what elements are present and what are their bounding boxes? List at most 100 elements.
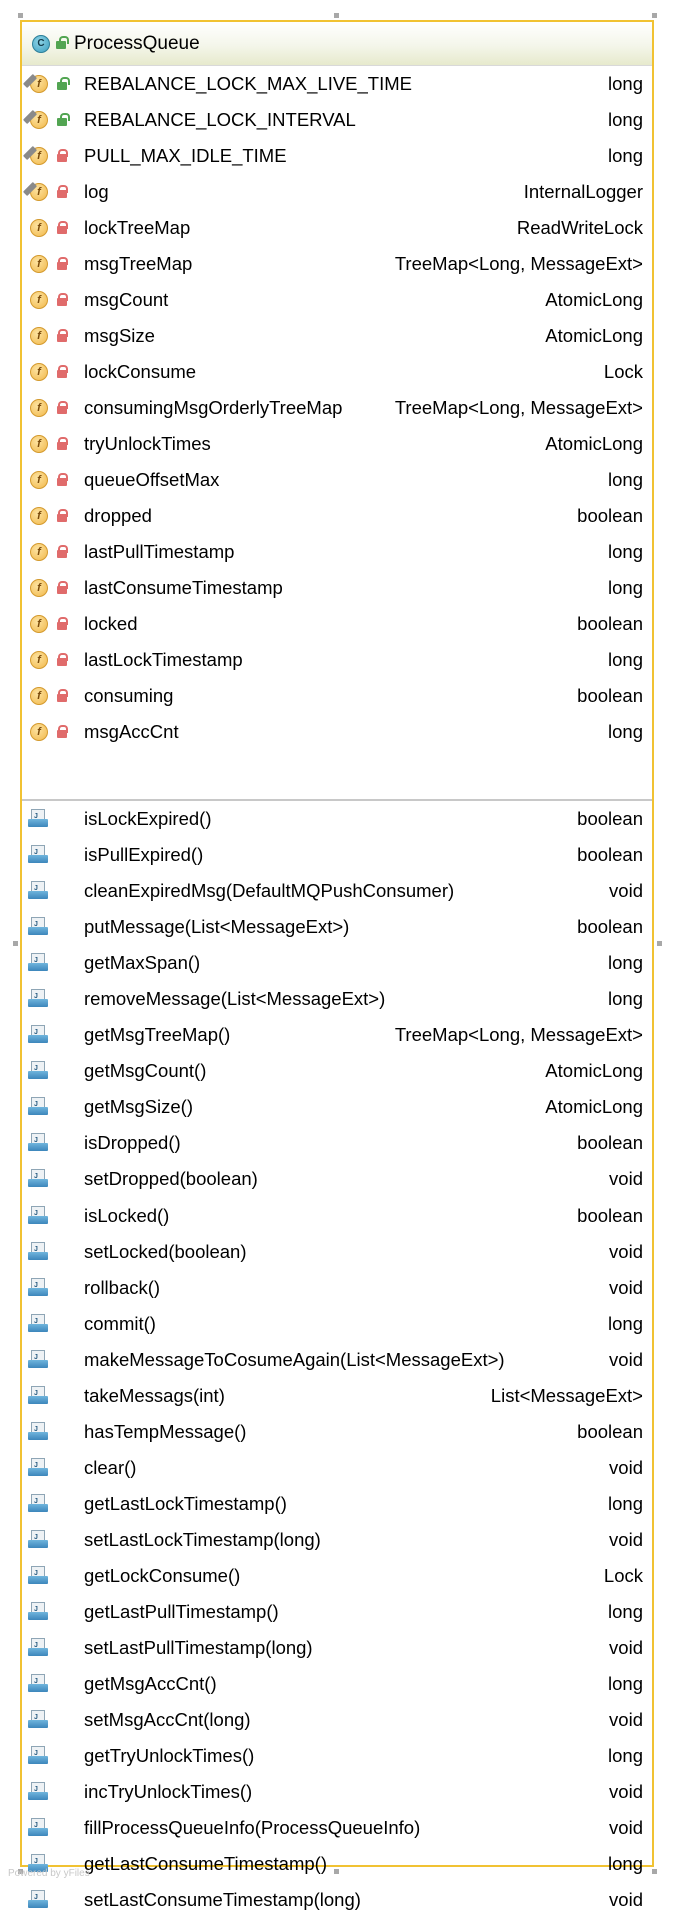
field-name: lastPullTimestamp xyxy=(84,541,235,562)
method-icon-cell: J xyxy=(26,845,52,865)
field-row[interactable]: f msgTreeMap TreeMap<Long, MessageExt> xyxy=(22,246,652,282)
method-row[interactable]: JgetLastLockTimestamp() long xyxy=(22,1486,652,1522)
field-row[interactable]: f lockConsume Lock xyxy=(22,354,652,390)
static-field-icon: f xyxy=(30,111,48,129)
field-row[interactable]: f lastLockTimestamp long xyxy=(22,642,652,678)
method-row[interactable]: JsetDropped(boolean) void xyxy=(22,1161,652,1197)
method-row[interactable]: Jcommit() long xyxy=(22,1306,652,1342)
method-icon-cell: J xyxy=(26,989,52,1009)
visibility-cell xyxy=(52,112,72,127)
method-row[interactable]: JsetLastConsumeTimestamp(long) void xyxy=(22,1882,652,1918)
field-row[interactable]: f log InternalLogger xyxy=(22,174,652,210)
method-row[interactable]: JincTryUnlockTimes() void xyxy=(22,1774,652,1810)
method-row[interactable]: JgetLockConsume() Lock xyxy=(22,1558,652,1594)
method-row[interactable]: JgetMsgCount() AtomicLong xyxy=(22,1053,652,1089)
field-row[interactable]: f lastPullTimestamp long xyxy=(22,534,652,570)
field-row[interactable]: f msgSize AtomicLong xyxy=(22,318,652,354)
resize-handle-left[interactable] xyxy=(13,941,18,946)
method-row[interactable]: JgetLastConsumeTimestamp() long xyxy=(22,1846,652,1882)
method-return-type: long xyxy=(608,1312,643,1334)
public-visibility-icon xyxy=(56,36,69,50)
method-name: cleanExpiredMsg(DefaultMQPushConsumer) xyxy=(84,880,455,902)
field-row[interactable]: f tryUnlockTimes AtomicLong xyxy=(22,426,652,462)
method-row[interactable]: JputMessage(List<MessageExt>) boolean xyxy=(22,909,652,945)
field-row[interactable]: f REBALANCE_LOCK_INTERVAL long xyxy=(22,102,652,138)
private-lock-icon xyxy=(57,220,68,235)
method-row[interactable]: JtakeMessags(int) List<MessageExt> xyxy=(22,1378,652,1414)
method-icon: J xyxy=(28,1493,50,1514)
method-row[interactable]: Jclear() void xyxy=(22,1450,652,1486)
field-icon: f xyxy=(30,723,48,741)
class-icon: C xyxy=(32,34,50,53)
field-icon-cell: f xyxy=(26,291,52,309)
method-row[interactable]: JgetMsgSize() AtomicLong xyxy=(22,1089,652,1125)
field-row[interactable]: f PULL_MAX_IDLE_TIME long xyxy=(22,138,652,174)
method-icon: J xyxy=(28,809,50,829)
method-row[interactable]: Jrollback() void xyxy=(22,1270,652,1306)
method-name: isLockExpired() xyxy=(84,808,212,830)
method-name: setLastLockTimestamp(long) xyxy=(84,1528,321,1550)
method-row[interactable]: JsetLocked(boolean) void xyxy=(22,1234,652,1270)
field-row[interactable]: f locked boolean xyxy=(22,606,652,642)
public-visibility-icon xyxy=(57,76,70,91)
method-row[interactable]: JgetMsgTreeMap() TreeMap<Long, MessageExt… xyxy=(22,1017,652,1053)
method-row[interactable]: JremoveMessage(List<MessageExt>) long xyxy=(22,981,652,1017)
method-row[interactable]: JsetMsgAccCnt(long) void xyxy=(22,1702,652,1738)
private-lock-icon xyxy=(57,688,68,703)
field-name: lockTreeMap xyxy=(84,217,191,238)
field-row[interactable]: f lockTreeMap ReadWriteLock xyxy=(22,210,652,246)
method-row[interactable]: JcleanExpiredMsg(DefaultMQPushConsumer) v… xyxy=(22,873,652,909)
field-row[interactable]: f lastConsumeTimestamp long xyxy=(22,570,652,606)
field-type: long xyxy=(608,109,643,130)
field-row[interactable]: f msgCount AtomicLong xyxy=(22,282,652,318)
field-row[interactable]: f REBALANCE_LOCK_MAX_LIVE_TIME long xyxy=(22,66,652,102)
field-row[interactable]: f consuming boolean xyxy=(22,678,652,714)
field-type: long xyxy=(608,577,643,598)
field-row[interactable]: f dropped boolean xyxy=(22,498,652,534)
method-row[interactable]: JmakeMessageToCosumeAgain(List<MessageEx… xyxy=(22,1342,652,1378)
method-icon-cell: J xyxy=(26,1385,52,1406)
visibility-cell xyxy=(52,328,72,343)
method-row[interactable]: JgetTryUnlockTimes() long xyxy=(22,1738,652,1774)
field-row[interactable]: f consumingMsgOrderlyTreeMap TreeMap<Long,… xyxy=(22,390,652,426)
resize-handle-top-right[interactable] xyxy=(652,13,657,18)
class-header[interactable]: C ProcessQueue xyxy=(22,22,652,66)
field-type: AtomicLong xyxy=(545,325,643,346)
private-lock-icon xyxy=(57,436,68,451)
resize-handle-bottom-right[interactable] xyxy=(652,1869,657,1874)
method-row[interactable]: JisDropped() boolean xyxy=(22,1125,652,1161)
method-row[interactable]: JhasTempMessage() boolean xyxy=(22,1414,652,1450)
method-row[interactable]: JisPullExpired() boolean xyxy=(22,837,652,873)
method-row[interactable]: JsetLastPullTimestamp(long) void xyxy=(22,1630,652,1666)
method-icon: J xyxy=(28,881,50,901)
resize-handle-top[interactable] xyxy=(334,13,339,18)
method-row[interactable]: JfillProcessQueueInfo(ProcessQueueInfo) v… xyxy=(22,1810,652,1846)
resize-handle-top-left[interactable] xyxy=(18,13,23,18)
uml-class-node[interactable]: C ProcessQueue f REBALANCE_LOCK_MAX_LIVE_… xyxy=(20,20,654,1910)
field-row[interactable]: f queueOffsetMax long xyxy=(22,462,652,498)
field-type: ReadWriteLock xyxy=(516,217,643,238)
visibility-cell xyxy=(52,688,72,703)
method-return-type: boolean xyxy=(577,916,643,938)
method-return-type: void xyxy=(609,1276,643,1298)
visibility-cell xyxy=(52,184,72,199)
method-name: getMsgAccCnt() xyxy=(84,1673,217,1695)
class-title: ProcessQueue xyxy=(74,32,200,54)
method-icon: J xyxy=(28,1638,50,1658)
method-row[interactable]: JsetLastLockTimestamp(long) void xyxy=(22,1522,652,1558)
field-icon: f xyxy=(30,291,48,309)
field-icon-cell: f xyxy=(26,435,52,453)
method-row[interactable]: JisLockExpired() boolean xyxy=(22,801,652,837)
private-lock-icon xyxy=(57,508,68,523)
visibility-cell xyxy=(52,544,72,559)
method-return-type: void xyxy=(609,1709,643,1731)
method-icon-cell: J xyxy=(26,1493,52,1514)
method-row[interactable]: JgetMsgAccCnt() long xyxy=(22,1666,652,1702)
field-row[interactable]: f msgAccCnt long xyxy=(22,714,652,750)
resize-handle-right[interactable] xyxy=(657,941,662,946)
method-return-type: long xyxy=(608,988,643,1010)
field-type: Lock xyxy=(603,361,643,382)
method-row[interactable]: JgetLastPullTimestamp() long xyxy=(22,1594,652,1630)
method-row[interactable]: JisLocked() boolean xyxy=(22,1198,652,1234)
method-row[interactable]: JgetMaxSpan() long xyxy=(22,945,652,981)
